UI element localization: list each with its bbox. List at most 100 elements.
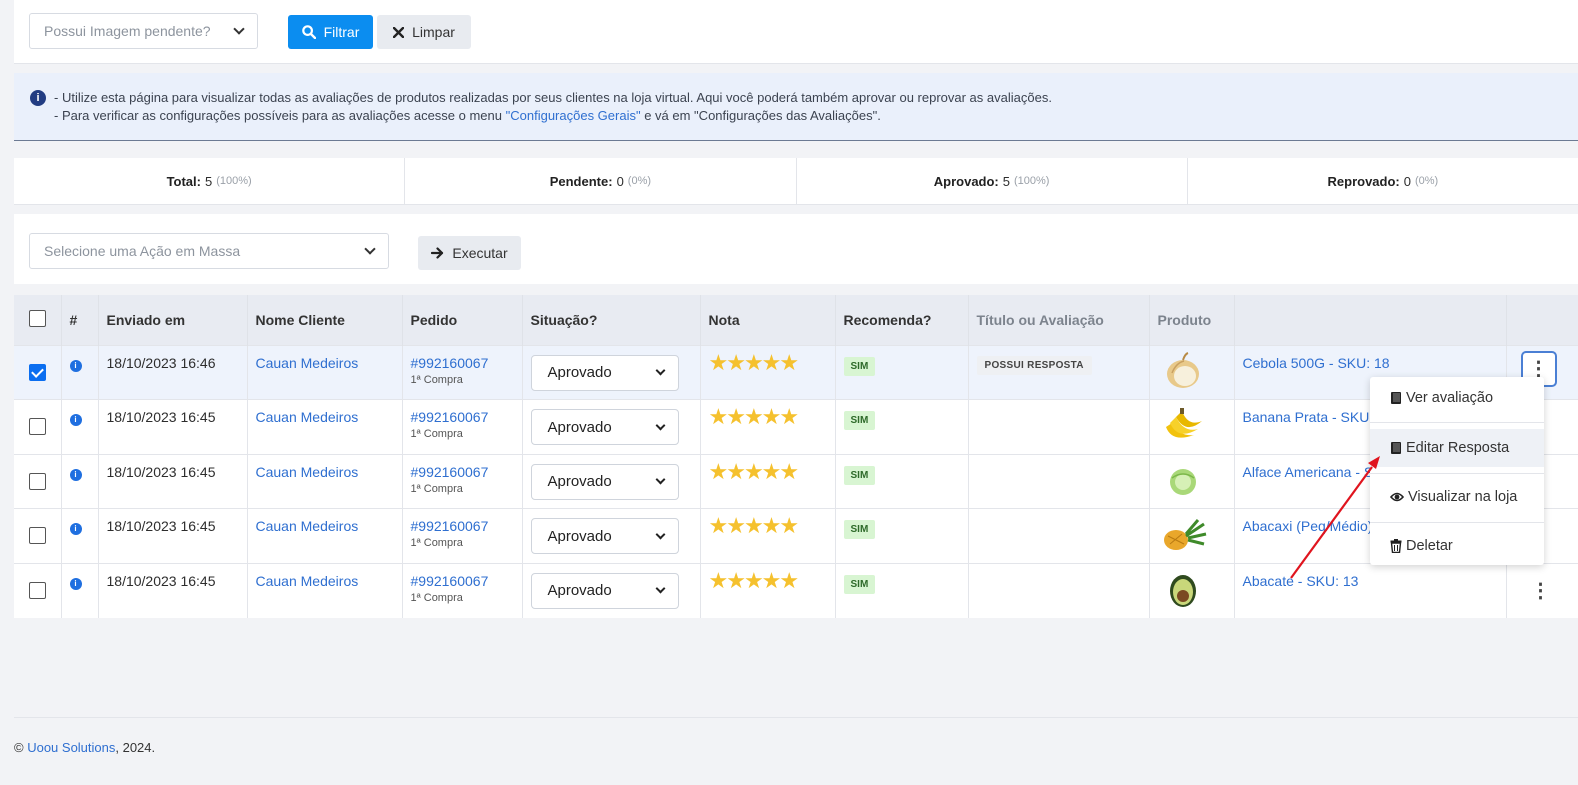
order-link[interactable]: #992160067	[411, 464, 489, 480]
menu-edit-response[interactable]: Editar Resposta	[1370, 429, 1544, 467]
menu-view-review[interactable]: Ver avaliação	[1370, 379, 1544, 417]
stat-value: 5	[204, 173, 213, 189]
row-rating-cell: ★★★★★	[700, 562, 836, 618]
order-link[interactable]: #992160067	[411, 573, 489, 589]
clear-button[interactable]: Limpar	[377, 15, 471, 49]
filter-button-label: Filtrar	[323, 24, 360, 40]
stat-pending: Pendente: 0 (0%)	[405, 158, 797, 204]
product-link[interactable]: Banana Prata - SKU: 1	[1243, 409, 1385, 425]
bulk-action-select[interactable]: Selecione uma Ação em Massa	[29, 233, 389, 269]
row-order-cell: #992160067 1ª Compra	[402, 562, 523, 618]
status-select[interactable]: Aprovado	[530, 354, 679, 391]
row-select-cell	[14, 562, 62, 618]
image-pending-select[interactable]: Possui Imagem pendente?	[29, 13, 258, 49]
company-link[interactable]: Uoou Solutions	[27, 740, 115, 755]
header-title-review: Título ou Avaliação	[968, 295, 1150, 345]
row-client-cell: Cauan Medeiros	[247, 344, 403, 400]
row-date: 18/10/2023 16:45	[98, 562, 248, 618]
row-rating-cell: ★★★★★	[700, 344, 836, 400]
select-all-checkbox[interactable]	[28, 309, 46, 327]
status-select[interactable]: Aprovado	[530, 572, 679, 609]
stat-label: Reprovado:	[1327, 173, 1400, 189]
info-line-2-prefix: - Para verificar as configurações possív…	[54, 108, 506, 123]
recommend-badge: SIM	[843, 520, 876, 540]
client-link[interactable]: Cauan Medeiros	[256, 464, 359, 480]
row-status-cell: Aprovado	[522, 344, 701, 400]
stat-label: Pendente:	[549, 173, 613, 189]
info-icon[interactable]: i	[69, 414, 82, 427]
menu-divider	[1370, 422, 1544, 423]
status-select[interactable]: Aprovado	[530, 409, 679, 446]
row-checkbox[interactable]	[28, 418, 46, 436]
row-checkbox[interactable]	[28, 527, 46, 545]
star-rating: ★★★★★	[708, 567, 800, 593]
header-select-all[interactable]	[14, 295, 62, 345]
close-icon	[393, 26, 405, 38]
stat-rejected: Reprovado: 0 (0%)	[1188, 158, 1578, 204]
recommend-badge: SIM	[843, 574, 876, 594]
status-select[interactable]: Aprovado	[530, 463, 679, 500]
star-rating: ★★★★★	[708, 404, 800, 430]
recommend-badge: SIM	[843, 465, 876, 485]
reviews-table: # Enviado em Nome Cliente Pedido Situaçã…	[14, 295, 1578, 618]
menu-item-label: Ver avaliação	[1406, 390, 1494, 406]
table-row: i 18/10/2023 16:45 Cauan Medeiros #99216…	[14, 562, 1578, 618]
chevron-down-icon	[655, 420, 665, 431]
footer-year: , 2024.	[115, 740, 156, 755]
row-status-cell: Aprovado	[522, 562, 701, 618]
row-title-cell	[968, 399, 1150, 455]
row-title-cell: POSSUI RESPOSTA	[968, 344, 1150, 400]
more-vertical-icon[interactable]: ⋮	[1523, 573, 1559, 609]
general-settings-link[interactable]: "Configurações Gerais"	[506, 108, 641, 123]
stat-percent: (100%)	[1014, 175, 1050, 187]
row-select-cell	[14, 508, 62, 564]
status-select[interactable]: Aprovado	[530, 518, 679, 555]
row-image-cell	[1149, 344, 1235, 400]
stat-label: Total:	[166, 173, 201, 189]
info-icon[interactable]: i	[69, 468, 82, 481]
has-response-badge: POSSUI RESPOSTA	[976, 355, 1092, 375]
order-sub-label: 1ª Compra	[410, 428, 463, 441]
bulk-action-select-value: Selecione uma Ação em Massa	[44, 243, 241, 259]
info-icon[interactable]: i	[69, 577, 82, 590]
chevron-down-icon	[364, 243, 376, 255]
row-date: 18/10/2023 16:45	[98, 399, 248, 455]
chevron-down-icon	[233, 23, 245, 35]
row-title-cell	[968, 562, 1150, 618]
order-link[interactable]: #992160067	[411, 518, 489, 534]
client-link[interactable]: Cauan Medeiros	[256, 355, 359, 371]
client-link[interactable]: Cauan Medeiros	[256, 573, 359, 589]
row-rating-cell: ★★★★★	[700, 399, 836, 455]
row-client-cell: Cauan Medeiros	[247, 508, 403, 564]
product-link[interactable]: Abacate - SKU: 13	[1243, 573, 1359, 589]
product-link[interactable]: Abacaxi (Peq/Médio)	[1243, 518, 1373, 534]
row-checkbox[interactable]	[28, 363, 46, 381]
book-icon	[1391, 392, 1401, 404]
order-link[interactable]: #992160067	[411, 355, 489, 371]
menu-item-label: Deletar	[1406, 538, 1453, 554]
row-info-cell: i	[61, 508, 99, 564]
client-link[interactable]: Cauan Medeiros	[256, 409, 359, 425]
row-image-cell	[1149, 453, 1235, 509]
row-checkbox[interactable]	[28, 472, 46, 490]
row-recommend-cell: SIM	[835, 399, 969, 455]
menu-delete[interactable]: Deletar	[1370, 527, 1544, 565]
info-icon[interactable]: i	[69, 523, 82, 536]
product-link[interactable]: Alface Americana - S	[1243, 464, 1374, 480]
footer-divider	[14, 717, 1578, 718]
menu-view-in-store[interactable]: Visualizar na loja	[1370, 478, 1544, 516]
row-title-cell	[968, 453, 1150, 509]
execute-button[interactable]: Executar	[418, 236, 521, 270]
order-link[interactable]: #992160067	[411, 409, 489, 425]
product-link[interactable]: Cebola 500G - SKU: 18	[1243, 355, 1390, 371]
row-title-cell	[968, 508, 1150, 564]
row-select-cell	[14, 453, 62, 509]
stat-value: 5	[1002, 173, 1010, 189]
info-icon[interactable]: i	[69, 359, 82, 372]
row-checkbox[interactable]	[28, 581, 46, 599]
order-sub-label: 1ª Compra	[410, 482, 463, 495]
client-link[interactable]: Cauan Medeiros	[256, 518, 359, 534]
table-row: i 18/10/2023 16:45 Cauan Medeiros #99216…	[14, 453, 1578, 509]
filter-button[interactable]: Filtrar	[288, 15, 373, 49]
header-actions	[1506, 295, 1578, 345]
